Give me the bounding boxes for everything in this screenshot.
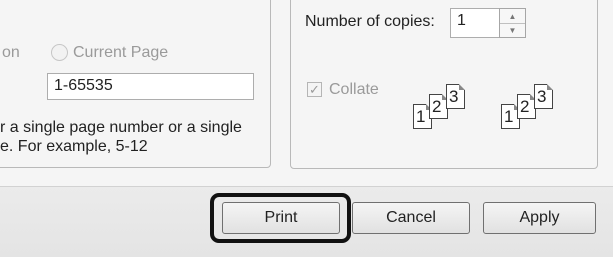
pages-input[interactable]: 1-65535 xyxy=(47,73,254,100)
current-page-label: Current Page xyxy=(73,44,169,61)
current-page-radio[interactable] xyxy=(51,44,68,61)
pages-hint-line2: e. For example, 5-12 xyxy=(0,138,148,155)
number-of-copies-label: Number of copies: xyxy=(305,13,435,30)
pages-hint-line1: r a single page number or a single xyxy=(0,119,242,136)
copies-spinner[interactable]: ▲ ▼ xyxy=(499,8,526,38)
number-of-copies-input[interactable]: 1 xyxy=(450,8,500,38)
collate-checkbox[interactable]: ✓ xyxy=(307,82,322,97)
spin-up-icon[interactable]: ▲ xyxy=(500,9,525,24)
cancel-button[interactable]: Cancel xyxy=(352,202,470,234)
apply-button[interactable]: Apply xyxy=(483,202,596,234)
print-options-panel: on Current Page 1-65535 r a single page … xyxy=(0,0,613,186)
print-button-highlight xyxy=(210,193,351,243)
collate-page-3: 3 xyxy=(534,84,553,109)
collate-page-3: 3 xyxy=(446,84,465,109)
selection-radio-label: on xyxy=(2,44,20,61)
collate-label: Collate xyxy=(329,81,379,98)
spin-down-icon[interactable]: ▼ xyxy=(500,23,525,37)
